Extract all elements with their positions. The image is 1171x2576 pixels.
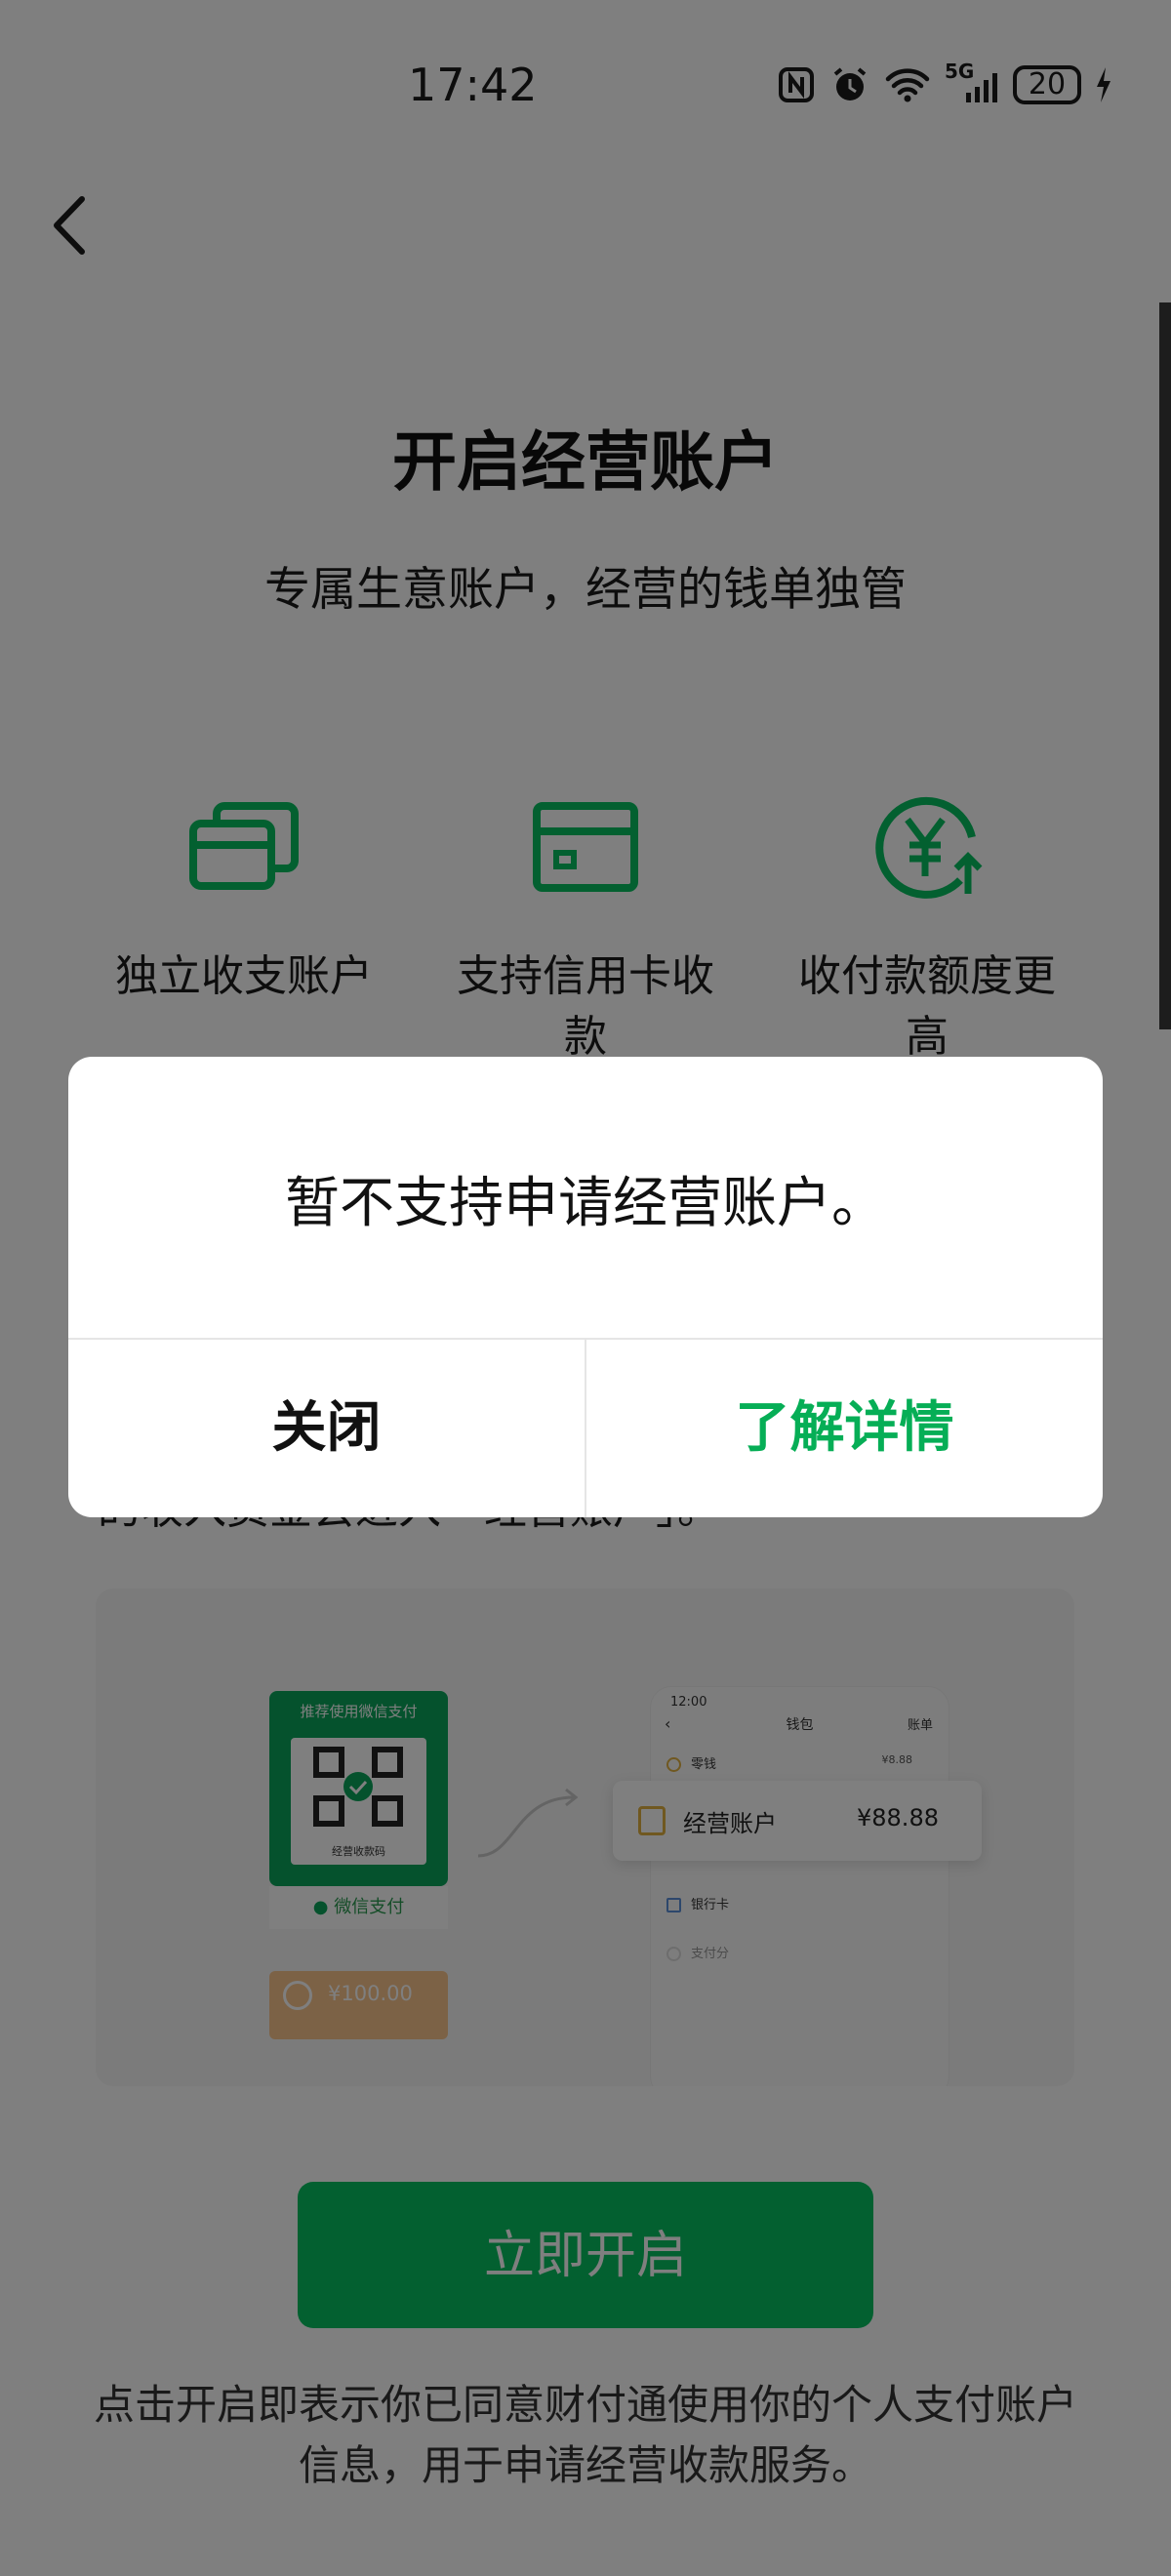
dialog-message: 暂不支持申请经营账户。: [285, 1172, 886, 1235]
learn-more-button[interactable]: 了解详情: [586, 1340, 1103, 1517]
alert-dialog: 暂不支持申请经营账户。 关闭 了解详情: [68, 1057, 1103, 1517]
close-button[interactable]: 关闭: [68, 1340, 585, 1517]
